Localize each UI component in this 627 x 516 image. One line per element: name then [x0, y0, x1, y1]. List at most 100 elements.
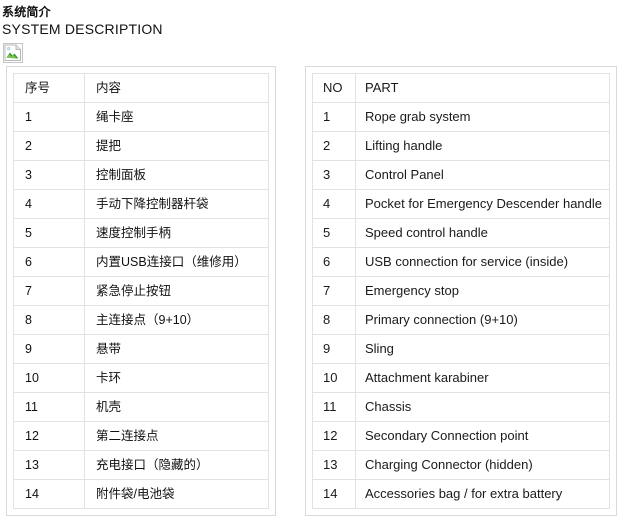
cell-no: 10 — [13, 363, 85, 393]
cell-part: Accessories bag / for extra battery — [355, 479, 610, 509]
cell-no: 11 — [13, 392, 85, 422]
cell-part: 手动下降控制器杆袋 — [84, 189, 269, 219]
table-row: 1 Rope grab system — [312, 102, 610, 132]
table-header-row: NO PART — [312, 73, 610, 103]
cell-part: 卡环 — [84, 363, 269, 393]
cell-no: 11 — [312, 392, 356, 422]
cell-no: 9 — [312, 334, 356, 364]
table-header-row: 序号 内容 — [13, 73, 269, 103]
cell-part: 充电接口（隐藏的） — [84, 450, 269, 480]
table-row: 2 Lifting handle — [312, 131, 610, 161]
cell-no: 7 — [13, 276, 85, 306]
cell-part: 机壳 — [84, 392, 269, 422]
cell-no: 12 — [312, 421, 356, 451]
cell-no: 10 — [312, 363, 356, 393]
cell-part: Lifting handle — [355, 131, 610, 161]
cell-part: Sling — [355, 334, 610, 364]
table-row: 4 手动下降控制器杆袋 — [13, 189, 269, 219]
table-row: 14 Accessories bag / for extra battery — [312, 479, 610, 509]
cell-part: 速度控制手柄 — [84, 218, 269, 248]
table-row: 5 速度控制手柄 — [13, 218, 269, 248]
broken-image-icon — [3, 43, 23, 63]
chinese-parts-table: 序号 内容 1 绳卡座 2 提把 3 控制面板 4 手动下降控制器杆袋 5 速度… — [13, 73, 269, 509]
table-row: 7 紧急停止按钮 — [13, 276, 269, 306]
cell-part: 附件袋/电池袋 — [84, 479, 269, 509]
cell-part: Primary connection (9+10) — [355, 305, 610, 335]
english-parts-table-container: NO PART 1 Rope grab system 2 Lifting han… — [305, 66, 617, 516]
cell-no: 1 — [312, 102, 356, 132]
cell-no: 4 — [13, 189, 85, 219]
cell-no: 8 — [13, 305, 85, 335]
cell-no: 5 — [312, 218, 356, 248]
page-title-en: SYSTEM DESCRIPTION — [2, 21, 163, 37]
cell-no: 1 — [13, 102, 85, 132]
table-row: 5 Speed control handle — [312, 218, 610, 248]
table-row: 9 Sling — [312, 334, 610, 364]
table-row: 9 悬带 — [13, 334, 269, 364]
table-row: 2 提把 — [13, 131, 269, 161]
cell-no: 3 — [13, 160, 85, 190]
column-header-part: PART — [355, 73, 610, 103]
cell-part: 提把 — [84, 131, 269, 161]
cell-no: 14 — [13, 479, 85, 509]
cell-part: 主连接点（9+10） — [84, 305, 269, 335]
cell-part: 第二连接点 — [84, 421, 269, 451]
cell-no: 2 — [13, 131, 85, 161]
cell-part: Pocket for Emergency Descender handle — [355, 189, 610, 219]
english-parts-table: NO PART 1 Rope grab system 2 Lifting han… — [312, 73, 610, 509]
table-row: 8 Primary connection (9+10) — [312, 305, 610, 335]
table-row: 10 Attachment karabiner — [312, 363, 610, 393]
cell-no: 6 — [312, 247, 356, 277]
cell-no: 14 — [312, 479, 356, 509]
table-row: 14 附件袋/电池袋 — [13, 479, 269, 509]
page-title-cn: 系统简介 — [2, 5, 51, 19]
parts-tables-region: 序号 内容 1 绳卡座 2 提把 3 控制面板 4 手动下降控制器杆袋 5 速度… — [0, 66, 627, 516]
chinese-parts-table-container: 序号 内容 1 绳卡座 2 提把 3 控制面板 4 手动下降控制器杆袋 5 速度… — [6, 66, 276, 516]
cell-no: 8 — [312, 305, 356, 335]
column-header-no: NO — [312, 73, 356, 103]
column-header-no: 序号 — [13, 73, 85, 103]
cell-part: 绳卡座 — [84, 102, 269, 132]
table-row: 8 主连接点（9+10） — [13, 305, 269, 335]
cell-no: 7 — [312, 276, 356, 306]
cell-no: 6 — [13, 247, 85, 277]
cell-part: USB connection for service (inside) — [355, 247, 610, 277]
cell-no: 13 — [312, 450, 356, 480]
page-root: 系统简介 SYSTEM DESCRIPTION 序号 内容 1 绳卡座 2 提把… — [0, 0, 627, 516]
cell-part: Attachment karabiner — [355, 363, 610, 393]
table-row: 6 USB connection for service (inside) — [312, 247, 610, 277]
cell-no: 3 — [312, 160, 356, 190]
cell-part: Chassis — [355, 392, 610, 422]
table-row: 13 Charging Connector (hidden) — [312, 450, 610, 480]
cell-no: 2 — [312, 131, 356, 161]
cell-part: 紧急停止按钮 — [84, 276, 269, 306]
cell-part: Rope grab system — [355, 102, 610, 132]
cell-no: 5 — [13, 218, 85, 248]
cell-no: 4 — [312, 189, 356, 219]
table-row: 6 内置USB连接口（维修用） — [13, 247, 269, 277]
column-header-part: 内容 — [84, 73, 269, 103]
english-parts-table-body: 1 Rope grab system 2 Lifting handle 3 Co… — [312, 102, 610, 509]
table-row: 11 机壳 — [13, 392, 269, 422]
cell-no: 13 — [13, 450, 85, 480]
cell-part: Emergency stop — [355, 276, 610, 306]
cell-part: Secondary Connection point — [355, 421, 610, 451]
table-row: 11 Chassis — [312, 392, 610, 422]
table-row: 3 控制面板 — [13, 160, 269, 190]
table-row: 10 卡环 — [13, 363, 269, 393]
cell-part: Speed control handle — [355, 218, 610, 248]
table-row: 7 Emergency stop — [312, 276, 610, 306]
cell-part: 控制面板 — [84, 160, 269, 190]
table-row: 3 Control Panel — [312, 160, 610, 190]
cell-part: 内置USB连接口（维修用） — [84, 247, 269, 277]
cell-part: 悬带 — [84, 334, 269, 364]
table-row: 13 充电接口（隐藏的） — [13, 450, 269, 480]
cell-part: Control Panel — [355, 160, 610, 190]
cell-no: 12 — [13, 421, 85, 451]
table-row: 12 第二连接点 — [13, 421, 269, 451]
table-row: 1 绳卡座 — [13, 102, 269, 132]
chinese-parts-table-body: 1 绳卡座 2 提把 3 控制面板 4 手动下降控制器杆袋 5 速度控制手柄 6… — [13, 102, 269, 509]
cell-part: Charging Connector (hidden) — [355, 450, 610, 480]
page-heading: 系统简介 SYSTEM DESCRIPTION — [0, 0, 627, 39]
table-row: 4 Pocket for Emergency Descender handle — [312, 189, 610, 219]
